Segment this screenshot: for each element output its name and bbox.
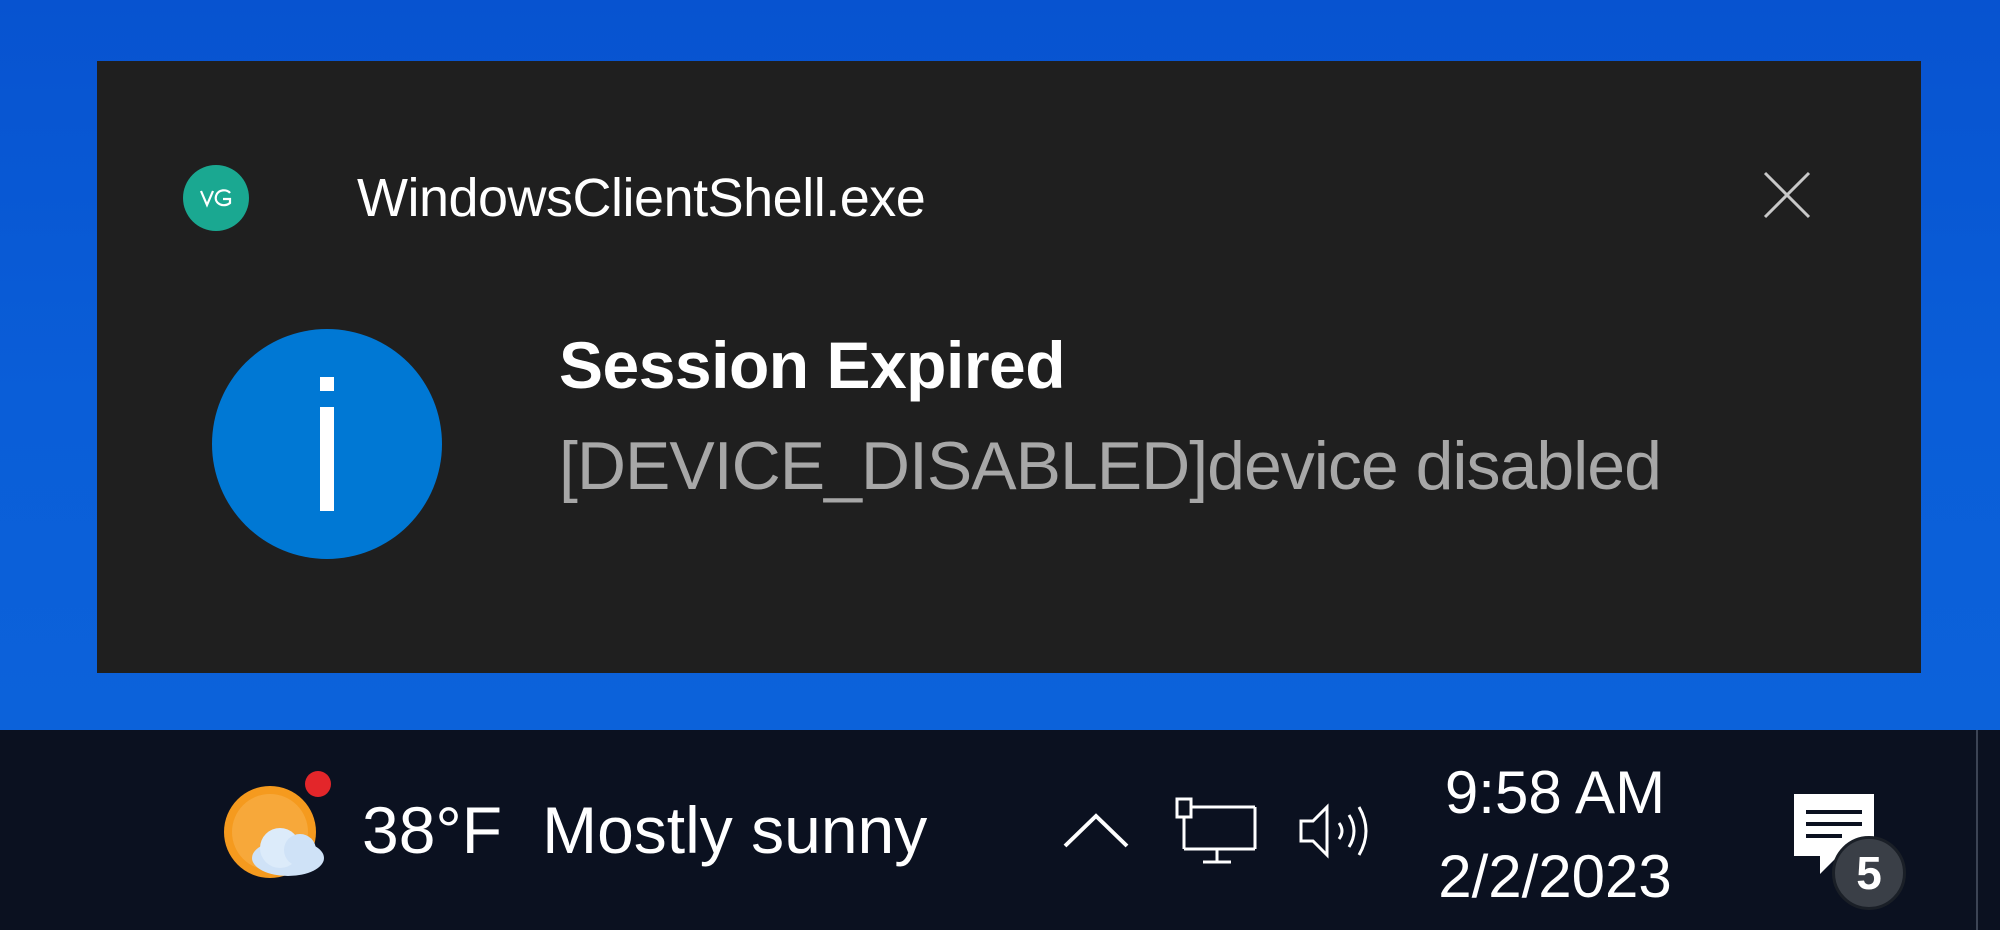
toast-title: Session Expired [559, 328, 1066, 402]
toast-message: [DEVICE_DISABLED]device disabled [559, 428, 1662, 504]
show-hidden-icons-button[interactable] [1056, 790, 1136, 870]
weather-condition: Mostly sunny [542, 793, 928, 867]
weather-sun-cloud-icon [218, 770, 338, 890]
notification-count-badge: 5 [1832, 836, 1906, 910]
notification-center-button[interactable]: 5 [1780, 780, 1920, 920]
info-icon [212, 329, 442, 559]
close-button[interactable] [1745, 153, 1829, 237]
app-name: WindowsClientShell.exe [357, 168, 926, 228]
toast-notification[interactable]: WindowsClientShell.exe Session Expired [… [97, 61, 1921, 673]
close-icon [1763, 171, 1811, 219]
network-button[interactable] [1174, 788, 1260, 874]
clock-time: 9:58 AM [1444, 759, 1666, 826]
app-logo-icon [183, 165, 249, 231]
clock[interactable]: 9:58 AM 2/2/2023 [1430, 750, 1680, 920]
weather-temperature: 38°F [362, 793, 503, 867]
taskbar: 38°F Mostly sunny 9:58 AM 2/2/2023 5 [0, 730, 2000, 930]
network-icon [1175, 797, 1257, 864]
volume-button[interactable] [1296, 788, 1382, 874]
weather-widget[interactable]: 38°F Mostly sunny [218, 770, 927, 890]
volume-icon [1299, 803, 1368, 859]
chevron-up-icon [1063, 813, 1129, 848]
clock-date: 2/2/2023 [1438, 843, 1672, 910]
app-logo-glyph [199, 189, 232, 208]
show-desktop-divider[interactable] [1976, 730, 1978, 930]
